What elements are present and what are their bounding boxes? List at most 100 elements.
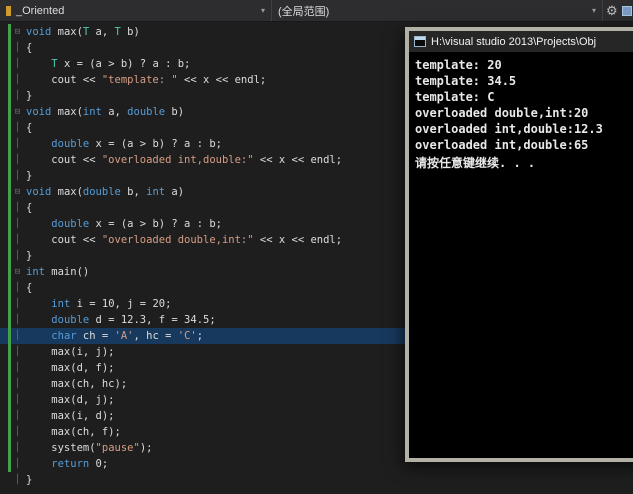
- change-tracking-bar: [8, 104, 11, 120]
- fold-guide-line: │: [14, 443, 21, 453]
- change-tracking-bar: [8, 184, 11, 200]
- console-output-line: template: 34.5: [415, 74, 517, 88]
- fold-guide-line: │: [14, 283, 21, 293]
- change-tracking-bar: [8, 392, 11, 408]
- code-text: }: [26, 474, 33, 486]
- fold-guide-line: │: [14, 315, 21, 325]
- code-text: max(i, d);: [26, 410, 115, 422]
- change-tracking-bar: [8, 328, 11, 344]
- code-text: {: [26, 122, 33, 134]
- code-text: max(ch, f);: [26, 426, 121, 438]
- console-output-line: overloaded int,double:12.3: [415, 122, 603, 136]
- change-tracking-bar: [8, 40, 11, 56]
- code-text: {: [26, 42, 33, 54]
- code-text: cout << "overloaded double,int:" << x <<…: [26, 234, 343, 246]
- console-output-line: template: C: [415, 90, 495, 104]
- gear-icon[interactable]: ⚙: [606, 0, 618, 22]
- fold-guide-line: │: [14, 427, 21, 437]
- fold-guide-line: │: [14, 363, 21, 373]
- scope-dropdown[interactable]: (全局范围) ▾: [272, 0, 603, 21]
- fold-guide-line: │: [14, 139, 21, 149]
- code-text: void max(int a, double b): [26, 106, 185, 118]
- code-text: int main(): [26, 266, 90, 278]
- code-text: void max(T a, T b): [26, 26, 140, 38]
- code-text: {: [26, 282, 33, 294]
- code-text: char ch = 'A', hc = 'C';: [51, 330, 204, 342]
- change-tracking-bar: [8, 56, 11, 72]
- fold-guide-line: │: [14, 235, 21, 245]
- code-text: int i = 10, j = 20;: [51, 298, 172, 310]
- code-text: }: [26, 90, 33, 102]
- console-app-icon: [414, 36, 426, 47]
- chevron-down-icon: ▾: [260, 6, 265, 15]
- fold-guide-line: │: [14, 43, 21, 53]
- change-tracking-bar: [8, 168, 11, 184]
- change-tracking-bar: [8, 120, 11, 136]
- fold-guide-line: │: [14, 171, 21, 181]
- change-tracking-bar: [8, 424, 11, 440]
- code-text: max(d, f);: [26, 362, 115, 374]
- member-dropdown[interactable]: _Oriented ▾: [0, 0, 272, 21]
- code-text: cout << "template: " << x << endl;: [26, 74, 267, 86]
- code-text: {: [26, 202, 33, 214]
- fold-guide-line: │: [14, 459, 21, 469]
- change-tracking-bar: [8, 456, 11, 472]
- change-tracking-bar: [8, 216, 11, 232]
- code-text: system("pause");: [26, 442, 153, 454]
- code-text: return 0;: [51, 458, 109, 470]
- change-tracking-bar: [8, 24, 11, 40]
- code-text: cout << "overloaded int,double:" << x <<…: [26, 154, 343, 166]
- fold-guide-line: │: [14, 219, 21, 229]
- console-output-line: overloaded double,int:20: [415, 106, 589, 120]
- change-tracking-bar: [8, 280, 11, 296]
- fold-guide-line: │: [14, 251, 21, 261]
- change-tracking-bar: [8, 376, 11, 392]
- change-tracking-bar: [8, 88, 11, 104]
- fold-guide-line: │: [14, 59, 21, 69]
- code-text: }: [26, 170, 33, 182]
- member-icon: [6, 5, 11, 16]
- console-window[interactable]: H:\visual studio 2013\Projects\Obj templ…: [405, 27, 633, 462]
- change-tracking-bar: [8, 440, 11, 456]
- vs-editor-window: _Oriented ▾ (全局范围) ▾ ⚙ ⊟ void max(T a, T …: [0, 0, 633, 494]
- code-text: double x = (a > b) ? a : b;: [51, 218, 222, 230]
- fold-guide-line: │: [14, 203, 21, 213]
- change-tracking-bar: [8, 200, 11, 216]
- fold-collapse-icon[interactable]: ⊟: [12, 184, 23, 200]
- console-output[interactable]: template: 20 template: 34.5 template: C ove…: [409, 52, 633, 458]
- fold-guide-line: │: [14, 155, 21, 165]
- change-tracking-bar: [8, 344, 11, 360]
- fold-guide-line: │: [14, 395, 21, 405]
- change-tracking-bar: [8, 312, 11, 328]
- code-text: double x = (a > b) ? a : b;: [51, 138, 222, 150]
- fold-collapse-icon[interactable]: ⊟: [12, 24, 23, 40]
- code-text: }: [26, 250, 33, 262]
- change-tracking-bar: [8, 248, 11, 264]
- change-tracking-bar: [8, 360, 11, 376]
- console-titlebar[interactable]: H:\visual studio 2013\Projects\Obj: [409, 31, 633, 52]
- window-icon[interactable]: [621, 5, 632, 16]
- code-text: void max(double b, int a): [26, 186, 185, 198]
- fold-guide-line: │: [14, 299, 21, 309]
- change-tracking-bar: [8, 408, 11, 424]
- member-dropdown-label: _Oriented: [16, 4, 65, 17]
- change-tracking-bar: [8, 232, 11, 248]
- fold-guide-line: │: [14, 347, 21, 357]
- change-tracking-bar: [8, 136, 11, 152]
- code-text: max(d, j);: [26, 394, 115, 406]
- console-title: H:\visual studio 2013\Projects\Obj: [431, 35, 597, 48]
- fold-collapse-icon[interactable]: ⊟: [12, 104, 23, 120]
- fold-guide-line: │: [14, 331, 21, 341]
- fold-guide-line: │: [14, 411, 21, 421]
- fold-guide-line: │: [14, 91, 21, 101]
- code-text: T x = (a > b) ? a : b;: [51, 58, 191, 70]
- change-tracking-bar: [8, 296, 11, 312]
- change-tracking-bar: [8, 264, 11, 280]
- code-line[interactable]: │}: [0, 472, 633, 488]
- change-tracking-bar: [8, 152, 11, 168]
- change-tracking-bar: [8, 72, 11, 88]
- fold-guide-line: │: [14, 123, 21, 133]
- fold-collapse-icon[interactable]: ⊟: [12, 264, 23, 280]
- console-output-line: template: 20: [415, 58, 502, 72]
- fold-guide-line: │: [14, 379, 21, 389]
